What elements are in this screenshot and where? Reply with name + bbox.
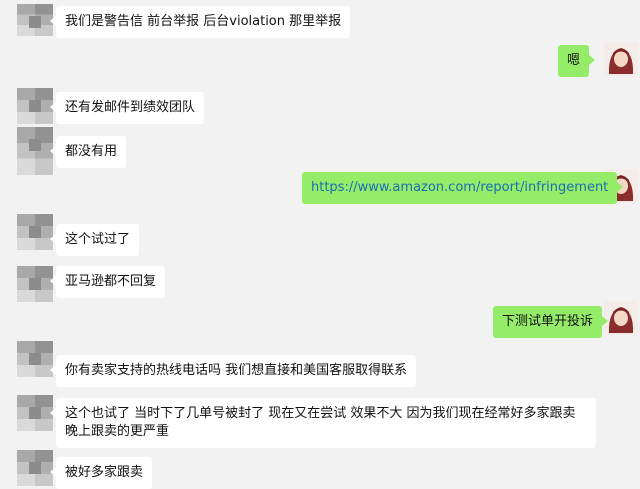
message-bubble[interactable]: https://www.amazon.com/report/infringeme… bbox=[302, 172, 624, 204]
contact-avatar[interactable] bbox=[17, 341, 53, 377]
self-avatar[interactable] bbox=[604, 301, 638, 335]
contact-avatar[interactable] bbox=[17, 4, 53, 36]
message-bubble[interactable]: 亚马逊都不回复 bbox=[49, 266, 166, 298]
message-bubble[interactable]: 都没有用 bbox=[49, 136, 127, 168]
contact-avatar[interactable] bbox=[17, 88, 53, 124]
contact-avatar[interactable] bbox=[17, 127, 53, 175]
contact-avatar[interactable] bbox=[17, 395, 53, 431]
message-bubble[interactable]: 这个也试了 当时下了几单号被封了 现在又在尝试 效果不大 因为我们现在经常好多家… bbox=[50, 398, 596, 448]
contact-avatar[interactable] bbox=[17, 266, 53, 302]
message-bubble[interactable]: 我们是警告信 前台举报 后台violation 那里举报 bbox=[49, 6, 351, 38]
contact-avatar[interactable] bbox=[17, 214, 53, 250]
message-bubble[interactable]: 下测试单开投诉 bbox=[493, 306, 609, 338]
message-bubble[interactable]: 你有卖家支持的热线电话吗 我们想直接和美国客服取得联系 bbox=[49, 355, 417, 387]
contact-avatar[interactable] bbox=[17, 450, 53, 486]
message-bubble[interactable]: 被好多家跟卖 bbox=[49, 457, 153, 489]
message-bubble[interactable]: 还有发邮件到绩效团队 bbox=[49, 92, 205, 124]
message-bubble[interactable]: 嗯 bbox=[558, 45, 596, 77]
link-text[interactable]: https://www.amazon.com/report/infringeme… bbox=[311, 180, 608, 195]
message-bubble[interactable]: 这个试过了 bbox=[49, 224, 140, 256]
self-avatar[interactable] bbox=[604, 42, 638, 76]
